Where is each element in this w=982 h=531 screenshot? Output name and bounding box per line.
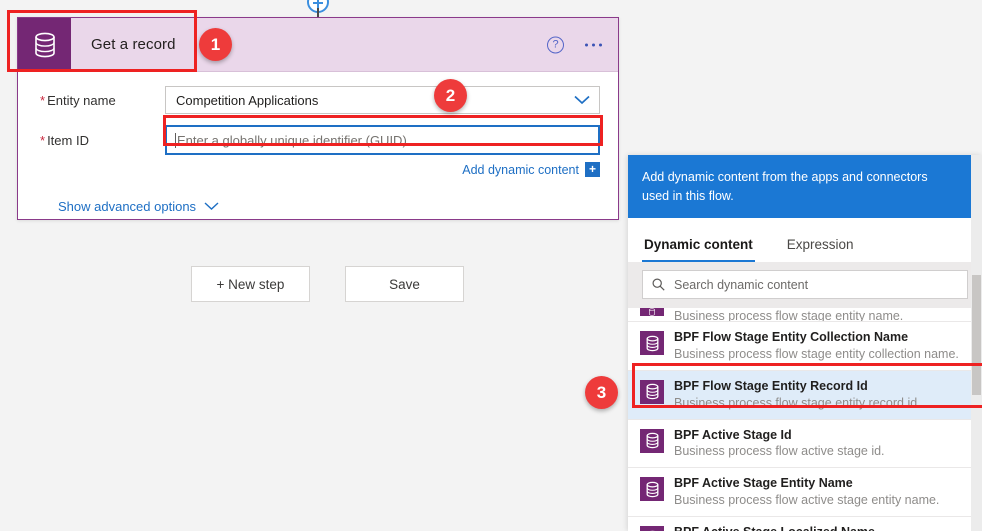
tab-expression[interactable]: Expression bbox=[785, 237, 856, 262]
database-icon bbox=[640, 428, 664, 453]
required-asterisk: * bbox=[40, 132, 46, 148]
search-placeholder: Search dynamic content bbox=[674, 277, 809, 292]
entity-name-dropdown[interactable]: Competition Applications bbox=[165, 86, 600, 114]
dynamic-content-list[interactable]: Business process flow stage entity name.… bbox=[628, 308, 982, 531]
item-id-placeholder: Enter a globally unique identifier (GUID… bbox=[177, 132, 407, 148]
entity-name-value: Competition Applications bbox=[176, 92, 319, 108]
database-icon bbox=[640, 477, 664, 502]
action-card-header-actions: ? bbox=[547, 36, 604, 53]
get-a-record-action-card[interactable]: Get a record ? * Entity name Competition … bbox=[17, 17, 619, 220]
list-item-title: BPF Active Stage Localized Name bbox=[674, 524, 970, 531]
dynamic-content-search-wrap: Search dynamic content bbox=[628, 262, 982, 308]
tab-dynamic-content[interactable]: Dynamic content bbox=[642, 237, 755, 262]
item-id-row: * Item ID Enter a globally unique identif… bbox=[18, 125, 618, 155]
list-item[interactable]: BPF Flow Stage Entity Collection Name Bu… bbox=[628, 322, 982, 371]
annotation-badge-3: 3 bbox=[585, 376, 618, 409]
search-input[interactable]: Search dynamic content bbox=[642, 270, 968, 299]
chevron-down-icon bbox=[204, 202, 219, 210]
list-item-title: BPF Active Stage Id bbox=[674, 427, 792, 442]
save-button[interactable]: Save bbox=[345, 266, 464, 302]
list-item-text: BPF Flow Stage Entity Record Id Business… bbox=[674, 378, 970, 412]
annotation-badge-2: 2 bbox=[434, 79, 467, 112]
list-item[interactable]: BPF Active Stage Localized Name Business… bbox=[628, 517, 982, 531]
text-cursor bbox=[175, 132, 176, 148]
panel-scrollbar-thumb[interactable] bbox=[972, 275, 981, 395]
list-item-description: Business process flow active stage id. bbox=[674, 444, 885, 459]
new-step-button[interactable]: + New step bbox=[191, 266, 310, 302]
entity-name-label: * Entity name bbox=[40, 92, 116, 108]
list-item-title: BPF Active Stage Entity Name bbox=[674, 476, 853, 491]
database-icon bbox=[640, 526, 664, 531]
action-card-header[interactable]: Get a record ? bbox=[18, 18, 618, 72]
show-advanced-options-toggle[interactable]: Show advanced options bbox=[58, 199, 219, 214]
database-icon bbox=[640, 308, 664, 316]
database-icon bbox=[640, 379, 664, 404]
list-item-text: Business process flow stage entity name. bbox=[674, 308, 970, 322]
list-item-description: Business process flow stage entity recor… bbox=[674, 395, 921, 410]
flow-action-buttons: + New step Save bbox=[191, 266, 464, 302]
ellipsis-icon[interactable] bbox=[583, 39, 604, 50]
dynamic-content-tabs: Dynamic content Expression bbox=[628, 218, 982, 262]
required-asterisk: * bbox=[40, 92, 46, 108]
list-item[interactable]: BPF Active Stage Entity Name Business pr… bbox=[628, 468, 982, 517]
list-item-text: BPF Active Stage Localized Name Business… bbox=[674, 524, 970, 531]
list-item-description: Business process flow stage entity colle… bbox=[674, 346, 959, 361]
list-item[interactable]: BPF Flow Stage Entity Record Id Business… bbox=[628, 370, 982, 420]
item-id-control: Enter a globally unique identifier (GUID… bbox=[165, 125, 600, 155]
database-icon bbox=[18, 18, 71, 71]
item-id-input[interactable]: Enter a globally unique identifier (GUID… bbox=[165, 125, 600, 155]
add-dynamic-content-plus-icon[interactable]: + bbox=[585, 162, 600, 177]
list-item-title: BPF Flow Stage Entity Collection Name bbox=[674, 330, 909, 344]
list-item[interactable]: BPF Active Stage Id Business process flo… bbox=[628, 420, 982, 469]
action-card-title: Get a record bbox=[91, 36, 176, 53]
panel-scrollbar[interactable] bbox=[971, 155, 982, 531]
list-item-text: BPF Active Stage Entity Name Business pr… bbox=[674, 475, 970, 509]
add-dynamic-content-link[interactable]: Add dynamic content bbox=[462, 163, 579, 177]
dynamic-content-banner-text: Add dynamic content from the apps and co… bbox=[642, 170, 928, 204]
entity-name-row: * Entity name Competition Applications bbox=[18, 86, 618, 114]
list-item-description: Business process flow stage entity name. bbox=[674, 309, 904, 322]
list-item-text: BPF Flow Stage Entity Collection Name Bu… bbox=[674, 329, 970, 363]
list-item-text: BPF Active Stage Id Business process flo… bbox=[674, 427, 970, 461]
action-card-body: * Entity name Competition Applications * I… bbox=[18, 72, 618, 234]
dynamic-content-panel: Add dynamic content from the apps and co… bbox=[628, 155, 982, 531]
show-advanced-options-label: Show advanced options bbox=[58, 199, 197, 214]
list-item[interactable]: Business process flow stage entity name. bbox=[628, 308, 982, 322]
add-dynamic-content-row: Add dynamic content + bbox=[18, 162, 618, 177]
list-item-description: Business process flow active stage entit… bbox=[674, 493, 940, 508]
search-icon bbox=[652, 278, 665, 291]
annotation-badge-1: 1 bbox=[199, 28, 232, 61]
help-icon[interactable]: ? bbox=[547, 36, 564, 53]
database-icon bbox=[640, 331, 664, 355]
entity-name-control: Competition Applications bbox=[165, 86, 600, 114]
item-id-label: * Item ID bbox=[40, 132, 89, 148]
list-item-title: BPF Flow Stage Entity Record Id bbox=[674, 378, 868, 393]
dynamic-content-banner: Add dynamic content from the apps and co… bbox=[628, 155, 982, 218]
